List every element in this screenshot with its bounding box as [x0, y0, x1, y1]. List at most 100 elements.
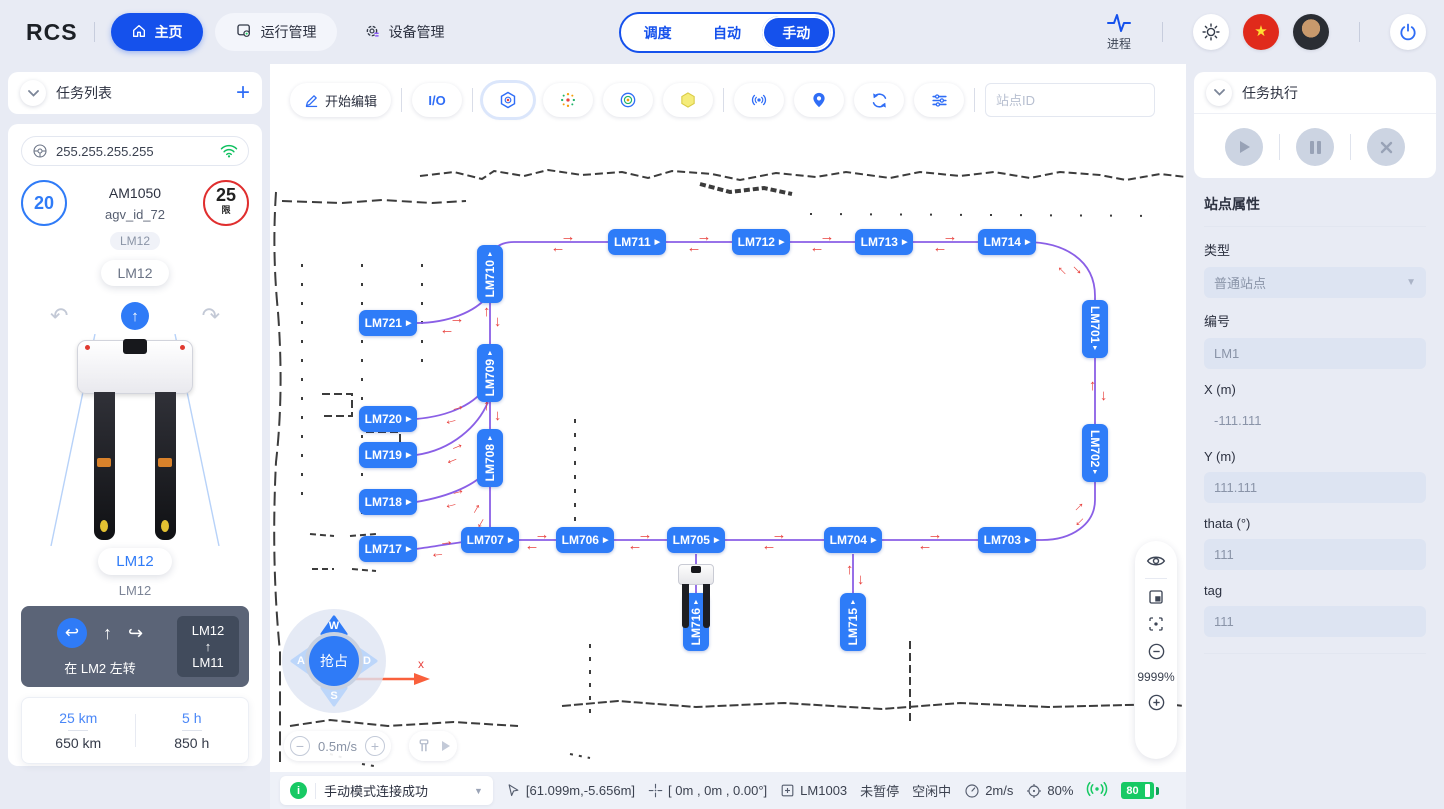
field-code-input[interactable] — [1214, 346, 1416, 361]
zoom-out-button[interactable] — [1147, 642, 1166, 661]
field-type-select[interactable]: 普通站点▼ — [1204, 267, 1426, 298]
speed-minus-button[interactable]: − — [290, 736, 310, 756]
locate-button[interactable] — [794, 83, 844, 117]
power-icon — [1398, 22, 1418, 42]
station-search-input[interactable] — [996, 93, 1172, 108]
route-arrow-pair: →← — [434, 535, 451, 558]
go-forward-button[interactable]: ↑ — [121, 302, 149, 330]
process-label: 进程 — [1107, 35, 1131, 52]
chevron-down-icon[interactable]: ▼ — [474, 786, 483, 796]
station-LM714[interactable]: LM714▶ — [978, 229, 1036, 255]
connection-alert[interactable]: i 手动模式连接成功 ▼ — [280, 776, 493, 805]
station-LM721[interactable]: LM721▶ — [359, 310, 417, 336]
zoom-in-button[interactable] — [1147, 693, 1166, 712]
station-LM715[interactable]: ▲LM715 — [840, 593, 866, 651]
station-LM707[interactable]: LM707▶ — [461, 527, 519, 553]
relocate-button[interactable] — [734, 83, 784, 117]
layer-station-button[interactable] — [483, 83, 533, 117]
agv-model: AM1050 — [67, 185, 203, 201]
gear-icon — [363, 22, 381, 43]
visibility-button[interactable] — [1146, 553, 1166, 569]
io-button[interactable]: I/O — [412, 83, 462, 117]
theme-toggle-button[interactable] — [1193, 14, 1229, 50]
position-icon — [1026, 783, 1042, 799]
agv-ip-row[interactable]: 255.255.255.255 — [21, 136, 249, 166]
mode-auto[interactable]: 自动 — [692, 16, 761, 49]
speed-plus-button[interactable]: + — [365, 736, 385, 756]
route-arrow-pair: →← — [445, 313, 460, 335]
layer-target-button[interactable] — [603, 83, 653, 117]
crosshair-icon — [648, 783, 663, 798]
nav-devices-label: 设备管理 — [389, 22, 445, 42]
task-start-button[interactable] — [1225, 128, 1263, 166]
steering-wheel-icon — [32, 143, 48, 159]
mode-dispatch[interactable]: 调度 — [623, 16, 692, 49]
manual-turn-controls: ↶ ↑ ↷ — [50, 302, 220, 330]
nav-home-label: 主页 — [155, 22, 183, 42]
start-edit-button[interactable]: 开始编辑 — [290, 83, 391, 117]
station-search — [985, 83, 1155, 117]
nav-operation-label: 运行管理 — [261, 22, 317, 42]
header: RCS 主页 运行管理 设备管理 调度 自动 手动 进程 — [0, 0, 1444, 64]
idle-state: 空闲中 — [912, 781, 951, 800]
station-LM713[interactable]: LM713▶ — [855, 229, 913, 255]
start-edit-label: 开始编辑 — [325, 91, 377, 110]
fork-control[interactable] — [409, 731, 457, 761]
chevron-down-icon[interactable] — [20, 80, 46, 106]
rotate-right-icon[interactable]: ↷ — [202, 305, 220, 327]
center-view-button[interactable] — [1147, 615, 1165, 633]
battery-indicator: 80 — [1121, 782, 1154, 799]
station-LM712[interactable]: LM712▶ — [732, 229, 790, 255]
station-LM719[interactable]: LM719▶ — [359, 442, 417, 468]
user-avatar[interactable] — [1293, 14, 1329, 50]
station-LM720[interactable]: LM720▶ — [359, 406, 417, 432]
nav-home[interactable]: 主页 — [111, 13, 203, 51]
nav-operation[interactable]: 运行管理 — [215, 13, 337, 51]
minimap-button[interactable] — [1147, 588, 1165, 606]
field-x-value[interactable]: -111.111 — [1204, 405, 1426, 436]
status-bar: i 手动模式连接成功 ▼ [61.099m,-5.656m] [ 0m , 0m… — [270, 772, 1186, 809]
process-button[interactable]: 进程 — [1106, 12, 1132, 52]
distance-total: 650 km — [55, 735, 101, 751]
station-LM706[interactable]: LM706▶ — [556, 527, 614, 553]
nav-devices[interactable]: 设备管理 — [343, 13, 465, 51]
task-pause-button[interactable] — [1296, 128, 1334, 166]
rotate-left-icon[interactable]: ↶ — [50, 305, 68, 327]
station-LM702[interactable]: LM702▼ — [1082, 424, 1108, 482]
speed-limit-badge: 25限 — [203, 180, 249, 226]
refresh-button[interactable] — [854, 83, 904, 117]
station-LM709[interactable]: ▲LM709 — [477, 344, 503, 402]
turn-left-icon: ↩ — [57, 618, 87, 648]
station-LM717[interactable]: LM717▶ — [359, 536, 417, 562]
station-LM711[interactable]: LM711▶ — [608, 229, 666, 255]
seize-control-button[interactable]: 抢占 — [305, 632, 363, 690]
station-LM708[interactable]: ▲LM708 — [477, 429, 503, 487]
station-LM704[interactable]: LM704▶ — [824, 527, 882, 553]
field-y-input[interactable] — [1214, 480, 1416, 495]
chevron-down-icon[interactable] — [1206, 80, 1232, 106]
language-flag-button[interactable]: ★ — [1243, 14, 1279, 50]
layer-pointcloud-button[interactable] — [543, 83, 593, 117]
map-canvas[interactable]: ▲LM710 ▲LM709 ▲LM708 LM721▶ LM720▶ LM719▶ LM71… — [270, 64, 1186, 772]
station-LM701[interactable]: LM701▼ — [1082, 300, 1108, 358]
current-station-pill[interactable]: LM12 — [101, 260, 168, 286]
field-tag-input[interactable] — [1214, 614, 1416, 629]
mode-manual[interactable]: 手动 — [762, 16, 831, 49]
current-station: LM1003 — [780, 783, 847, 798]
field-theta-label: thata (°) — [1204, 516, 1426, 531]
layer-zone-button[interactable] — [663, 83, 713, 117]
add-task-button[interactable]: + — [236, 81, 250, 105]
agv-map-marker[interactable] — [678, 564, 714, 585]
station-LM705[interactable]: LM705▶ — [667, 527, 725, 553]
task-cancel-button[interactable] — [1367, 128, 1405, 166]
station-LM718[interactable]: LM718▶ — [359, 489, 417, 515]
station-LM703[interactable]: LM703▶ — [978, 527, 1036, 553]
logout-button[interactable] — [1390, 14, 1426, 50]
field-theta-input[interactable] — [1214, 547, 1416, 562]
target-station-pill[interactable]: LM12 — [98, 548, 172, 575]
info-icon: i — [290, 782, 307, 799]
station-props-title: 站点属性 — [1204, 194, 1426, 227]
filter-button[interactable] — [914, 83, 964, 117]
station-LM710[interactable]: ▲LM710 — [477, 245, 503, 303]
odometer-card: 25 km 650 km 5 h 850 h — [21, 697, 249, 764]
